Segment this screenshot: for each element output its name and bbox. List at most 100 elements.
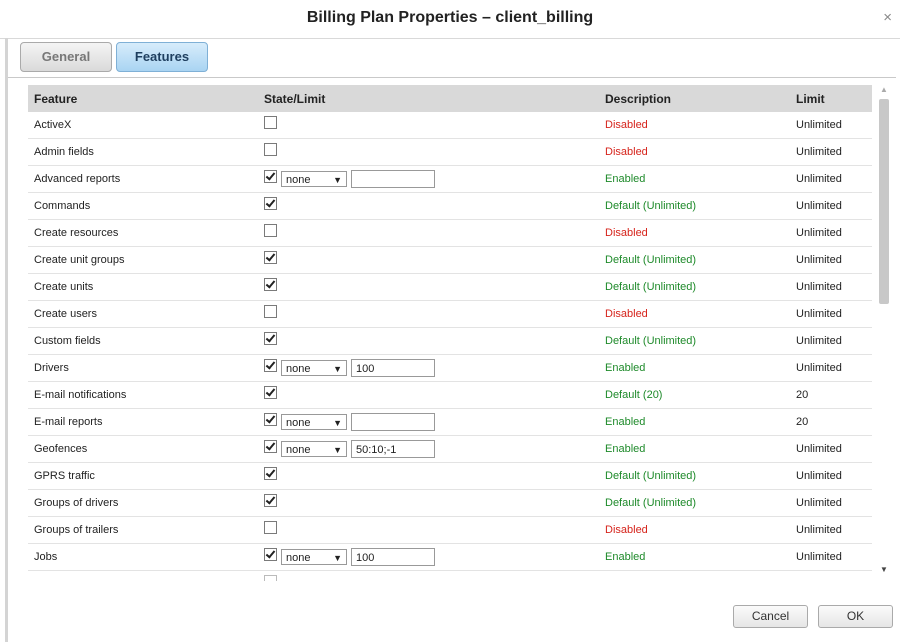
table-row[interactable]: Create resources Disabled Unlimited	[28, 219, 872, 247]
feature-limit: Unlimited	[790, 489, 872, 517]
feature-checkbox[interactable]	[264, 250, 277, 264]
table-row[interactable]: Admin fields Disabled Unlimited	[28, 138, 872, 166]
feature-description: Disabled	[599, 300, 790, 328]
feature-name	[28, 570, 258, 581]
state-limit-cell	[258, 192, 599, 220]
limit-select-value: none	[286, 444, 311, 456]
table-row[interactable]: GPRS traffic Default (Unlimited) Unlimited	[28, 462, 872, 490]
feature-name: GPRS traffic	[28, 462, 258, 490]
feature-checkbox[interactable]	[264, 412, 277, 426]
state-limit-cell	[258, 327, 599, 355]
table-row[interactable]: Custom fields Default (Unlimited) Unlimite…	[28, 327, 872, 355]
table-row[interactable]: Groups of trailers Disabled Unlimited	[28, 516, 872, 544]
header-state-limit[interactable]: State/Limit	[258, 85, 599, 112]
feature-checkbox[interactable]	[264, 115, 277, 129]
chevron-down-icon: ▼	[333, 445, 342, 455]
scroll-thumb[interactable]	[879, 99, 889, 304]
limit-input[interactable]: 50:10;-1	[351, 440, 435, 458]
feature-description: Default (Unlimited)	[599, 489, 790, 517]
feature-checkbox[interactable]	[264, 196, 277, 210]
feature-description: Disabled	[599, 138, 790, 166]
feature-checkbox[interactable]	[264, 466, 277, 480]
limit-select[interactable]: none ▼	[281, 360, 347, 376]
tab-divider	[8, 77, 896, 78]
table-row[interactable]: E-mail notifications Default (20) 20	[28, 381, 872, 409]
close-icon[interactable]: ×	[883, 10, 892, 25]
header-feature[interactable]: Feature	[28, 85, 258, 112]
feature-name: Commands	[28, 192, 258, 220]
feature-limit	[790, 570, 872, 581]
table-row[interactable]: Groups of drivers Default (Unlimited) Unli…	[28, 489, 872, 517]
table-row[interactable]	[28, 570, 872, 581]
state-limit-cell	[258, 273, 599, 301]
table-row[interactable]: Drivers none ▼ 100 Enabled Unlimited	[28, 354, 872, 382]
feature-limit: Unlimited	[790, 300, 872, 328]
table-row[interactable]: Commands Default (Unlimited) Unlimited	[28, 192, 872, 220]
feature-name: E-mail notifications	[28, 381, 258, 409]
feature-name: Create resources	[28, 219, 258, 247]
feature-description: Default (Unlimited)	[599, 462, 790, 490]
limit-select[interactable]: none ▼	[281, 171, 347, 187]
feature-limit: Unlimited	[790, 462, 872, 490]
table-row[interactable]: Create users Disabled Unlimited	[28, 300, 872, 328]
feature-name: Groups of trailers	[28, 516, 258, 544]
feature-checkbox[interactable]	[264, 493, 277, 507]
header-limit[interactable]: Limit	[790, 85, 872, 112]
tab-features[interactable]: Features	[116, 42, 208, 72]
limit-input[interactable]	[351, 170, 435, 188]
feature-checkbox[interactable]	[264, 331, 277, 345]
state-limit-cell: none ▼	[258, 165, 599, 193]
feature-limit: 20	[790, 408, 872, 436]
feature-name: Jobs	[28, 543, 258, 571]
cancel-button[interactable]: Cancel	[733, 605, 808, 628]
limit-select[interactable]: none ▼	[281, 441, 347, 457]
table-row[interactable]: Jobs none ▼ 100 Enabled Unlimited	[28, 543, 872, 571]
limit-select[interactable]: none ▼	[281, 414, 347, 430]
feature-description: Default (Unlimited)	[599, 192, 790, 220]
scroll-down-icon[interactable]: ▼	[880, 565, 888, 574]
ok-button[interactable]: OK	[818, 605, 893, 628]
feature-name: E-mail reports	[28, 408, 258, 436]
feature-checkbox[interactable]	[264, 169, 277, 183]
table-row[interactable]: Geofences none ▼ 50:10;-1 Enabled Unlimited	[28, 435, 872, 463]
feature-checkbox[interactable]	[264, 547, 277, 561]
state-limit-cell	[258, 219, 599, 247]
table-row[interactable]: ActiveX Disabled Unlimited	[28, 112, 872, 139]
state-limit-cell	[258, 489, 599, 517]
limit-input[interactable]	[351, 413, 435, 431]
feature-checkbox[interactable]	[264, 304, 277, 318]
feature-limit: Unlimited	[790, 219, 872, 247]
feature-checkbox[interactable]	[264, 520, 277, 534]
chevron-down-icon: ▼	[333, 553, 342, 563]
feature-checkbox[interactable]	[264, 277, 277, 291]
limit-select[interactable]: none ▼	[281, 549, 347, 565]
feature-limit: Unlimited	[790, 435, 872, 463]
title-bar: Billing Plan Properties – client_billing…	[0, 0, 900, 39]
feature-checkbox[interactable]	[264, 439, 277, 453]
table-row[interactable]: Advanced reports none ▼ Enabled Unlimited	[28, 165, 872, 193]
feature-description: Enabled	[599, 435, 790, 463]
state-limit-cell	[258, 300, 599, 328]
feature-checkbox[interactable]	[264, 358, 277, 372]
feature-checkbox[interactable]	[264, 142, 277, 156]
table-row[interactable]: Create unit groups Default (Unlimited) Unl…	[28, 246, 872, 274]
feature-description	[599, 570, 790, 581]
header-description[interactable]: Description	[599, 85, 790, 112]
feature-name: Create units	[28, 273, 258, 301]
scroll-up-icon[interactable]: ▲	[880, 85, 888, 94]
feature-checkbox[interactable]	[264, 385, 277, 399]
table-row[interactable]: Create units Default (Unlimited) Unlimited	[28, 273, 872, 301]
tab-general[interactable]: General	[20, 42, 112, 72]
feature-checkbox[interactable]	[264, 574, 277, 581]
limit-input[interactable]: 100	[351, 548, 435, 566]
feature-description: Default (Unlimited)	[599, 273, 790, 301]
features-panel: Feature State/Limit Description Limit Ac…	[28, 85, 872, 581]
limit-select-value: none	[286, 363, 311, 375]
vertical-scrollbar[interactable]: ▲ ▼	[876, 85, 892, 581]
feature-description: Disabled	[599, 219, 790, 247]
limit-input[interactable]: 100	[351, 359, 435, 377]
feature-checkbox[interactable]	[264, 223, 277, 237]
table-row[interactable]: E-mail reports none ▼ Enabled 20	[28, 408, 872, 436]
state-limit-cell: none ▼ 100	[258, 354, 599, 382]
feature-limit: Unlimited	[790, 327, 872, 355]
